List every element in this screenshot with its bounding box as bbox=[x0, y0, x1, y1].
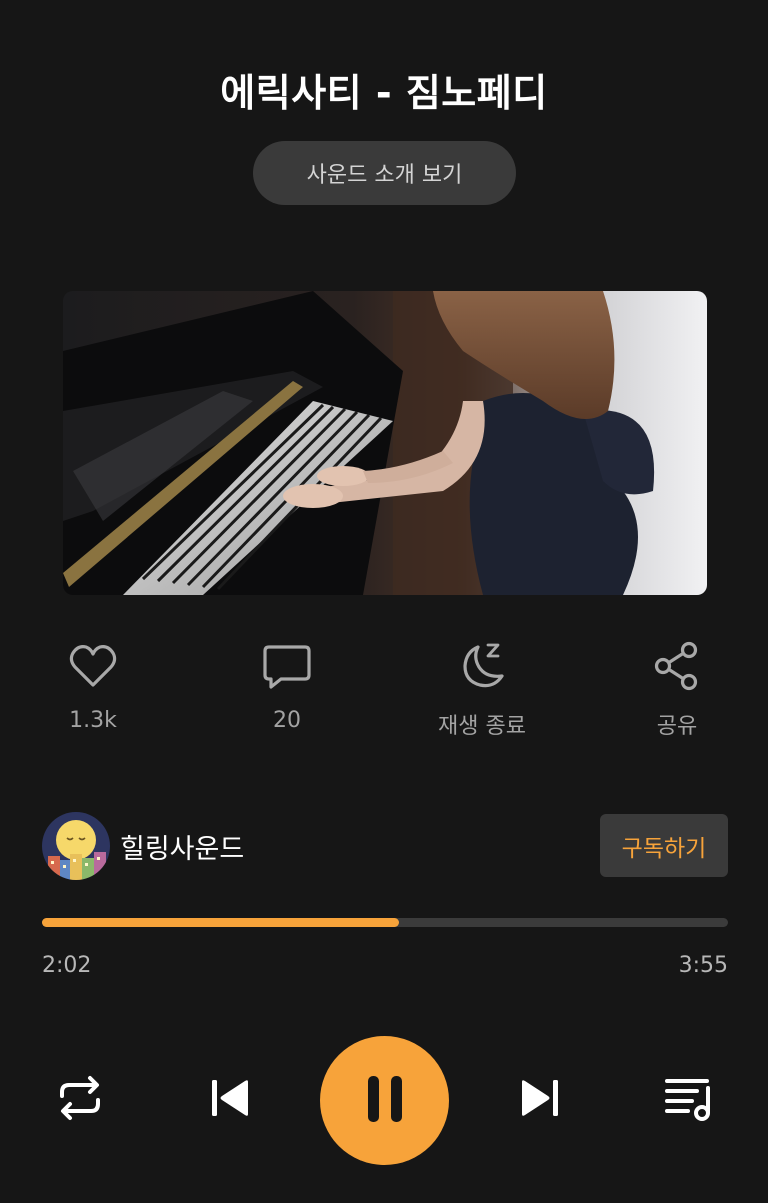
next-button[interactable] bbox=[514, 1074, 566, 1126]
playlist-icon bbox=[662, 1072, 716, 1128]
action-row: 1.3k 20 재생 종료 공유 bbox=[0, 640, 768, 750]
progress-bar[interactable] bbox=[42, 918, 728, 927]
sleep-timer-icon bbox=[456, 640, 508, 692]
share-button[interactable]: 공유 bbox=[597, 640, 757, 740]
playlist-button[interactable] bbox=[660, 1072, 718, 1128]
heart-icon bbox=[67, 640, 119, 692]
sleep-timer-label: 재생 종료 bbox=[438, 714, 526, 739]
repeat-button[interactable] bbox=[52, 1072, 108, 1128]
elapsed-time: 2:02 bbox=[42, 953, 92, 978]
comment-icon bbox=[261, 640, 313, 692]
track-video-thumbnail[interactable] bbox=[63, 291, 707, 595]
channel-name[interactable]: 힐링사운드 bbox=[120, 827, 244, 866]
share-icon bbox=[651, 640, 703, 692]
channel-avatar[interactable] bbox=[42, 812, 110, 880]
previous-button[interactable] bbox=[204, 1074, 256, 1126]
subscribe-button[interactable]: 구독하기 bbox=[600, 814, 728, 877]
sleep-timer-button[interactable]: 재생 종료 bbox=[402, 640, 562, 740]
sound-intro-button[interactable]: 사운드 소개 보기 bbox=[253, 141, 516, 205]
track-title: 에릭사티 - 짐노페디 bbox=[220, 71, 548, 115]
comment-count: 20 bbox=[273, 708, 301, 733]
like-count: 1.3k bbox=[69, 708, 117, 733]
comment-button[interactable]: 20 bbox=[207, 640, 367, 733]
progress-fill bbox=[42, 918, 399, 927]
pause-icon bbox=[363, 1073, 407, 1129]
skip-previous-icon bbox=[206, 1074, 254, 1126]
channel-info[interactable]: 힐링사운드 bbox=[42, 812, 244, 880]
skip-next-icon bbox=[516, 1074, 564, 1126]
pause-button[interactable] bbox=[320, 1036, 449, 1165]
repeat-icon bbox=[54, 1072, 106, 1128]
like-button[interactable]: 1.3k bbox=[13, 640, 173, 733]
piano-girl-illustration bbox=[63, 291, 707, 595]
share-label: 공유 bbox=[656, 714, 698, 739]
total-time: 3:55 bbox=[678, 953, 728, 978]
